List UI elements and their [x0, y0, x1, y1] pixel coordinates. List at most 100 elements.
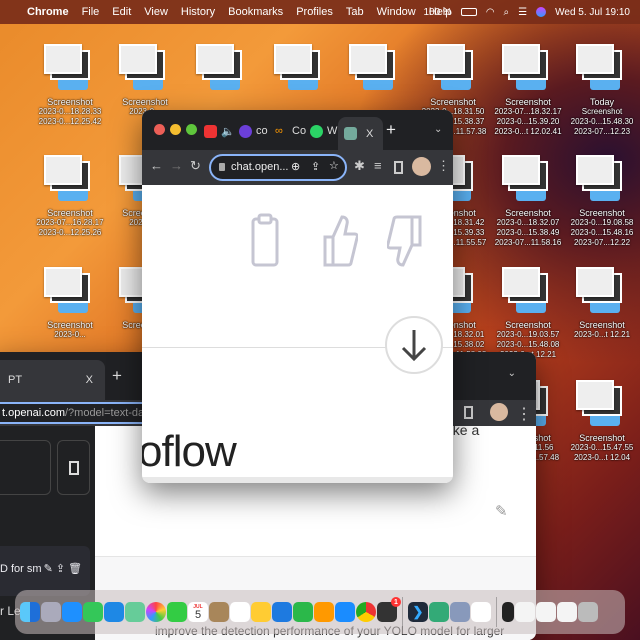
reload-icon[interactable]: ↻: [190, 158, 201, 174]
dock-safari-icon[interactable]: [62, 602, 82, 622]
back-icon[interactable]: ←: [150, 158, 163, 173]
dock-numbers-icon[interactable]: [293, 602, 313, 622]
desktop-icon-screenshot[interactable]: [186, 44, 258, 97]
menu-kebab-icon[interactable]: ⋮: [516, 404, 532, 424]
desktop-icon-screenshot[interactable]: Screenshot2023-0...: [34, 267, 106, 340]
side-panel-icon[interactable]: [394, 161, 403, 174]
menu-bar: Chrome File Edit View History Bookmarks …: [0, 0, 640, 24]
desktop-icon-screenshot[interactable]: Screenshot 2023-0...18.32.07 2023-0...15.3…: [492, 155, 564, 248]
avatar[interactable]: [490, 403, 508, 421]
desktop-icon-screenshot[interactable]: [339, 44, 411, 97]
menu-view[interactable]: View: [144, 6, 168, 18]
menu-app-name[interactable]: Chrome: [27, 6, 69, 18]
zoom-icon[interactable]: ⊕: [291, 160, 300, 173]
toggle-sidebar-button[interactable]: [57, 440, 90, 495]
dock-app-icon[interactable]: [471, 602, 491, 622]
dock-app-store-icon[interactable]: [335, 602, 355, 622]
menu-window[interactable]: Window: [377, 6, 416, 18]
tab-list-chevron-icon[interactable]: ⌄: [508, 368, 516, 379]
new-tab-button[interactable]: +: [386, 120, 396, 140]
clock[interactable]: Wed 5. Jul 19:10: [555, 7, 630, 18]
dock-pages-icon[interactable]: [314, 602, 334, 622]
menu-edit[interactable]: Edit: [112, 6, 131, 18]
dock-trash-icon[interactable]: [578, 602, 598, 622]
menu-file[interactable]: File: [82, 6, 100, 18]
desktop-icon-screenshot[interactable]: Screenshot 2023-0...19.08.58 2023-0...15.4…: [566, 155, 638, 248]
tab-close-button[interactable]: X: [366, 128, 373, 140]
bookmark-star-icon[interactable]: ☆: [329, 159, 339, 172]
maximize-window-button[interactable]: [186, 124, 197, 135]
tab-1[interactable]: co: [239, 122, 268, 140]
tab-chatgpt[interactable]: PT X: [0, 360, 105, 400]
desktop-icon-screenshot[interactable]: Screenshot 2023-0...19.03.57 2023-0...15.4…: [492, 267, 564, 360]
menu-history[interactable]: History: [181, 6, 215, 18]
desktop-icon-screenshot[interactable]: Screenshot 2023-0...t 12.21: [566, 267, 638, 340]
siri-icon[interactable]: [536, 7, 547, 17]
dock-messages-icon[interactable]: [83, 602, 103, 622]
search-icon[interactable]: ⌕: [504, 7, 510, 18]
desktop-icon-screenshot[interactable]: [264, 44, 336, 97]
dock-reminders-icon[interactable]: [230, 602, 250, 622]
dock-contacts-icon[interactable]: [209, 602, 229, 622]
dock-keynote-icon[interactable]: [272, 602, 292, 622]
forward-icon[interactable]: →: [170, 158, 183, 173]
thumbs-up-icon[interactable]: [322, 213, 358, 269]
file-label: 2023-0...18.32.07: [496, 218, 560, 227]
share-icon[interactable]: ⇪: [56, 563, 65, 575]
tab-youtube[interactable]: 🔈: [204, 122, 235, 140]
dock-minimized-window-icon[interactable]: [515, 602, 535, 622]
battery-icon[interactable]: [460, 8, 477, 16]
dock-chrome-icon[interactable]: [356, 602, 376, 622]
desktop-icon-screenshot[interactable]: Screenshot 2023-0...18.28.33 2023-0...12.2…: [34, 44, 106, 127]
dock-facetime-icon[interactable]: [167, 602, 187, 622]
menu-profiles[interactable]: Profiles: [296, 6, 333, 18]
scroll-to-bottom-button[interactable]: [385, 316, 443, 374]
dock-photos-icon[interactable]: [146, 602, 166, 622]
dock-finder-icon[interactable]: [20, 602, 40, 622]
menu-bookmarks[interactable]: Bookmarks: [228, 6, 283, 18]
trash-icon[interactable]: 🗑: [68, 563, 82, 575]
address-bar[interactable]: chat.open... ⊕ ⇪ ☆: [209, 154, 347, 181]
desktop-icon-screenshot[interactable]: Screenshot 2023-0...15.47.55 2023-0...t 12…: [566, 380, 638, 463]
audio-icon[interactable]: 🔈: [221, 125, 235, 138]
tab-close-button[interactable]: X: [86, 374, 93, 386]
desktop-icon-screenshot[interactable]: Screenshot2023-0...: [109, 44, 181, 117]
tab-2[interactable]: ∞ Co: [275, 122, 306, 140]
dock-maps-icon[interactable]: [125, 602, 145, 622]
dock-preview-icon[interactable]: [450, 602, 470, 622]
sidebar-item-active[interactable]: D for sm ✎ ⇪ 🗑: [0, 546, 90, 596]
dock-downloads-stack-icon[interactable]: [502, 602, 514, 622]
new-chat-button[interactable]: [0, 440, 51, 495]
copy-icon[interactable]: [250, 213, 280, 269]
dock-mail-icon[interactable]: [104, 602, 124, 622]
menu-kebab-icon[interactable]: ⋮: [437, 158, 450, 174]
thumbs-down-icon[interactable]: [387, 213, 423, 269]
tab-chatgpt-active[interactable]: X: [338, 117, 383, 150]
dock-calendar-icon[interactable]: JUL 5: [188, 602, 208, 622]
desktop-icon-screenshot[interactable]: Screenshot 2023-07...18.32.17 2023-0...15.…: [492, 44, 564, 137]
extensions-icon[interactable]: ✱: [354, 158, 365, 174]
new-tab-button[interactable]: +: [112, 366, 122, 386]
dock-app-icon[interactable]: [429, 602, 449, 622]
dock-chatgpt-icon[interactable]: 1: [377, 597, 401, 622]
dock-minimized-window-icon[interactable]: [536, 602, 556, 622]
share-icon[interactable]: ⇪: [311, 160, 320, 173]
menu-tab[interactable]: Tab: [346, 6, 364, 18]
desktop-icon-screenshot[interactable]: Screenshot 2023-07...16.28.17 2023-0...12.…: [34, 155, 106, 238]
close-window-button[interactable]: [154, 124, 165, 135]
side-panel-icon[interactable]: [464, 406, 473, 419]
dock-visual-studio-code-icon[interactable]: ❯: [408, 602, 428, 622]
edit-icon[interactable]: ✎: [495, 502, 508, 520]
control-center-icon[interactable]: ☰: [518, 7, 527, 18]
minimize-window-button[interactable]: [170, 124, 181, 135]
file-label: 2023-0...12.25.42: [38, 117, 102, 126]
wifi-icon[interactable]: ◠: [486, 7, 495, 18]
reading-list-icon[interactable]: ≡: [374, 158, 382, 173]
dock-launchpad-icon[interactable]: [41, 602, 61, 622]
dock-notes-icon[interactable]: [251, 602, 271, 622]
desktop-icon-screenshot[interactable]: Today Screenshot 2023-0...15.48.30 2023-07.…: [566, 44, 638, 137]
avatar[interactable]: [412, 157, 431, 176]
pencil-icon[interactable]: ✎: [44, 563, 53, 575]
dock-minimized-window-icon[interactable]: [557, 602, 577, 622]
tab-list-chevron-icon[interactable]: ⌄: [434, 124, 442, 135]
